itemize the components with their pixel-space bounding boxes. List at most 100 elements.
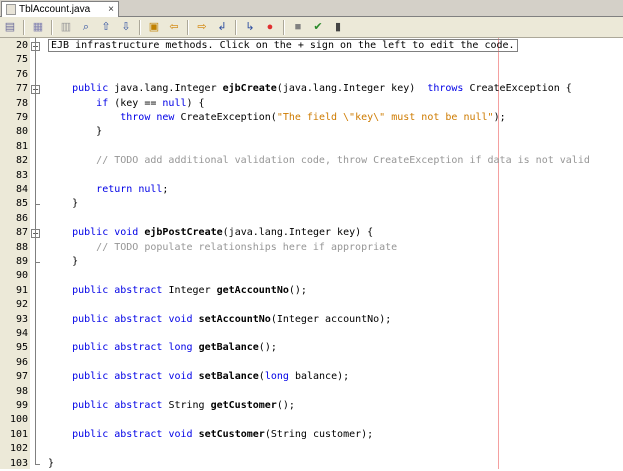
code-token: ejbPostCreate <box>144 227 223 239</box>
code-token: getBalance <box>198 342 259 354</box>
code-line: 99 public abstract String getCustomer(); <box>0 399 623 413</box>
code-line: 80 } <box>0 125 623 139</box>
code-editor[interactable]: 20+EJB infrastructure methods. Click on … <box>0 38 623 469</box>
line-number: 91 <box>15 284 28 296</box>
code-token: String <box>162 400 211 411</box>
code-token: null <box>138 184 163 195</box>
code-token: void <box>168 428 193 440</box>
code-line: 98 <box>0 385 623 399</box>
code-token: if <box>96 97 109 109</box>
code-token: abstract <box>114 284 163 296</box>
find-next-icon[interactable]: ⇩ <box>118 19 134 35</box>
code-text: public void ejbPostCreate(java.lang.Inte… <box>48 226 373 240</box>
code-line: 100 <box>0 413 623 427</box>
code-text: EJB infrastructure methods. Click on the… <box>48 39 518 53</box>
collapsed-fold-text[interactable]: EJB infrastructure methods. Click on the… <box>48 39 518 52</box>
code-text: // TODO add additional validation code, … <box>48 154 590 168</box>
code-token: long <box>168 342 193 354</box>
code-token: abstract <box>114 371 163 383</box>
code-token: ; <box>162 184 169 195</box>
line-number: 87 <box>15 227 28 239</box>
uncomment-icon[interactable]: ↳ <box>242 19 258 35</box>
line-number: 102 <box>9 443 28 455</box>
code-token: public <box>72 284 109 296</box>
stop-icon[interactable]: ▮ <box>330 19 346 35</box>
code-token: java.lang.Integer <box>108 83 223 95</box>
tab-tblaccount[interactable]: TblAccount.java × <box>1 1 119 17</box>
line-number: 76 <box>15 68 28 80</box>
history-icon[interactable]: ▦ <box>30 19 46 35</box>
code-text: // TODO populate relationships here if a… <box>48 241 397 255</box>
code-token: public <box>72 83 109 95</box>
shift-left-icon[interactable]: ⇦ <box>166 19 182 35</box>
code-token: void <box>114 227 139 239</box>
find-previous-icon[interactable]: ⇧ <box>98 19 114 35</box>
run-icon[interactable]: ✔ <box>310 19 326 35</box>
code-line: 102 <box>0 442 623 456</box>
code-token: getCustomer <box>210 400 277 411</box>
line-number: 93 <box>15 313 28 325</box>
code-line: 86 <box>0 212 623 226</box>
code-token: abstract <box>114 428 163 440</box>
code-token: null <box>162 97 187 109</box>
code-token: // TODO add additional validation code, … <box>96 155 590 167</box>
code-token: long <box>264 371 289 383</box>
code-line: 82 // TODO add additional validation cod… <box>0 154 623 168</box>
previous-edit-icon[interactable]: ▤ <box>2 19 18 35</box>
code-token: throws <box>427 83 464 95</box>
code-token: getAccountNo <box>216 284 289 296</box>
code-token: void <box>168 371 193 383</box>
code-token: } <box>48 457 55 469</box>
line-number: 95 <box>15 342 28 354</box>
code-text: if (key == null) { <box>48 97 204 111</box>
stop-macro-icon[interactable]: ■ <box>290 19 306 35</box>
code-text: } <box>48 197 78 211</box>
code-line: 79 throw new CreateException("The field … <box>0 111 623 125</box>
toolbar-separator <box>139 19 141 35</box>
line-number: 86 <box>15 212 28 224</box>
line-number: 96 <box>15 356 28 368</box>
line-number: 89 <box>15 256 28 267</box>
class-fold-guide-line <box>35 38 36 464</box>
code-line: 78 if (key == null) { <box>0 97 623 111</box>
shift-right-icon[interactable]: ⇨ <box>194 19 210 35</box>
code-token: (); <box>258 342 277 354</box>
toggle-highlight-icon[interactable]: ▣ <box>146 19 162 35</box>
code-text: public abstract void setAccountNo(Intege… <box>48 313 391 327</box>
code-token: public <box>72 400 109 411</box>
code-text: public abstract Integer getAccountNo(); <box>48 284 307 298</box>
code-line: 88 // TODO populate relationships here i… <box>0 241 623 255</box>
line-number: 85 <box>15 198 28 210</box>
start-macro-icon[interactable]: ● <box>262 19 278 35</box>
toggle-comment-icon[interactable]: ↲ <box>214 19 230 35</box>
code-token: balance); <box>288 371 350 383</box>
code-token: "The field \"key\" must not be null" <box>276 112 494 123</box>
code-text: } <box>48 125 102 139</box>
code-line: 91 public abstract Integer getAccountNo(… <box>0 284 623 298</box>
code-line: 75 <box>0 53 623 67</box>
code-line: 92 <box>0 298 623 312</box>
code-text: } <box>48 457 54 471</box>
code-line: 95 public abstract long getBalance(); <box>0 341 623 355</box>
navigation-icon[interactable]: ▥ <box>58 19 74 35</box>
line-number: 88 <box>15 241 28 253</box>
code-line: 81 <box>0 140 623 154</box>
line-number: 83 <box>15 169 28 181</box>
code-token: (key == <box>108 97 163 109</box>
line-number: 84 <box>15 184 28 195</box>
code-token: public <box>72 342 109 354</box>
line-number: 20 <box>15 40 28 51</box>
code-token: setBalance <box>198 371 259 383</box>
close-icon[interactable]: × <box>108 4 114 15</box>
java-file-icon <box>6 4 16 15</box>
code-line: 90 <box>0 269 623 283</box>
code-line: 77− public java.lang.Integer ejbCreate(j… <box>0 82 623 96</box>
find-icon[interactable]: ⌕ <box>78 19 94 35</box>
code-line: 84 return null; <box>0 183 623 197</box>
